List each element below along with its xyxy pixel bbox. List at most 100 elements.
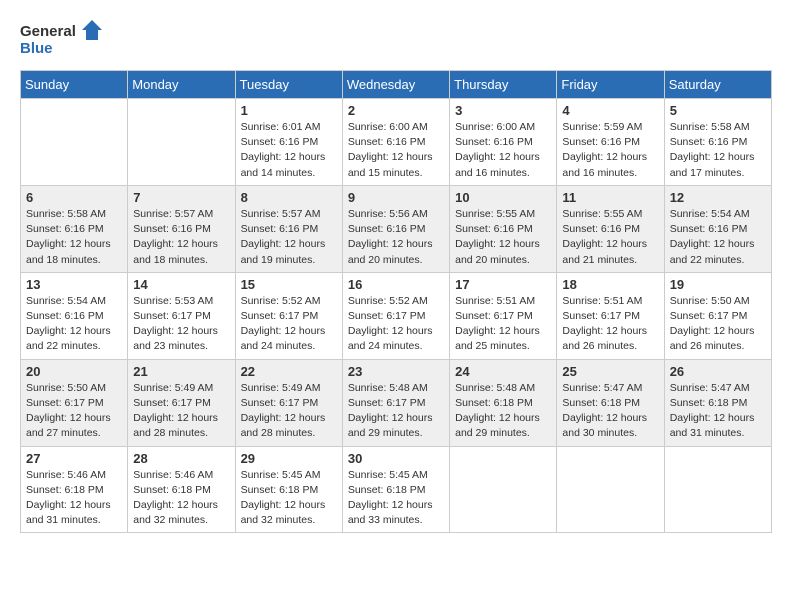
- calendar-cell: 27 Sunrise: 5:46 AMSunset: 6:18 PMDayligh…: [21, 446, 128, 533]
- day-info: Sunrise: 5:50 AMSunset: 6:17 PMDaylight:…: [26, 381, 122, 442]
- calendar-cell: 13 Sunrise: 5:54 AMSunset: 6:16 PMDayligh…: [21, 272, 128, 359]
- calendar-cell: 10 Sunrise: 5:55 AMSunset: 6:16 PMDayligh…: [450, 185, 557, 272]
- calendar-cell: [664, 446, 771, 533]
- calendar-cell: 21 Sunrise: 5:49 AMSunset: 6:17 PMDayligh…: [128, 359, 235, 446]
- day-info: Sunrise: 5:50 AMSunset: 6:17 PMDaylight:…: [670, 294, 766, 355]
- calendar-cell: 1Sunrise: 6:01 AMSunset: 6:16 PMDaylight…: [235, 99, 342, 186]
- calendar-week-2: 6 Sunrise: 5:58 AMSunset: 6:16 PMDaylight…: [21, 185, 772, 272]
- calendar-cell: 28Sunrise: 5:46 AMSunset: 6:18 PMDayligh…: [128, 446, 235, 533]
- day-info: Sunrise: 5:55 AMSunset: 6:16 PMDaylight:…: [562, 207, 658, 268]
- header: GeneralBlue: [20, 20, 772, 60]
- day-info: Sunrise: 5:49 AMSunset: 6:17 PMDaylight:…: [241, 381, 337, 442]
- day-number: 11: [562, 190, 658, 205]
- calendar-cell: [21, 99, 128, 186]
- day-info: Sunrise: 5:46 AMSunset: 6:18 PMDaylight:…: [26, 468, 122, 529]
- calendar-week-3: 13 Sunrise: 5:54 AMSunset: 6:16 PMDayligh…: [21, 272, 772, 359]
- calendar-cell: 24Sunrise: 5:48 AMSunset: 6:18 PMDayligh…: [450, 359, 557, 446]
- day-number: 7: [133, 190, 229, 205]
- day-info: Sunrise: 6:00 AMSunset: 6:16 PMDaylight:…: [348, 120, 444, 181]
- calendar-cell: 6 Sunrise: 5:58 AMSunset: 6:16 PMDaylight…: [21, 185, 128, 272]
- day-number: 16: [348, 277, 444, 292]
- calendar-cell: [128, 99, 235, 186]
- day-number: 22: [241, 364, 337, 379]
- calendar-cell: [450, 446, 557, 533]
- calendar-cell: 26 Sunrise: 5:47 AMSunset: 6:18 PMDayligh…: [664, 359, 771, 446]
- calendar-week-1: 1Sunrise: 6:01 AMSunset: 6:16 PMDaylight…: [21, 99, 772, 186]
- calendar-cell: 29Sunrise: 5:45 AMSunset: 6:18 PMDayligh…: [235, 446, 342, 533]
- day-info: Sunrise: 5:55 AMSunset: 6:16 PMDaylight:…: [455, 207, 551, 268]
- calendar-cell: 15Sunrise: 5:52 AMSunset: 6:17 PMDayligh…: [235, 272, 342, 359]
- day-number: 1: [241, 103, 337, 118]
- day-info: Sunrise: 6:00 AMSunset: 6:16 PMDaylight:…: [455, 120, 551, 181]
- day-number: 9: [348, 190, 444, 205]
- day-number: 28: [133, 451, 229, 466]
- weekday-header-sunday: Sunday: [21, 71, 128, 99]
- day-info: Sunrise: 5:57 AMSunset: 6:16 PMDaylight:…: [241, 207, 337, 268]
- calendar-cell: 4 Sunrise: 5:59 AMSunset: 6:16 PMDaylight…: [557, 99, 664, 186]
- day-info: Sunrise: 5:47 AMSunset: 6:18 PMDaylight:…: [670, 381, 766, 442]
- calendar-cell: 20 Sunrise: 5:50 AMSunset: 6:17 PMDayligh…: [21, 359, 128, 446]
- day-info: Sunrise: 5:56 AMSunset: 6:16 PMDaylight:…: [348, 207, 444, 268]
- weekday-header-friday: Friday: [557, 71, 664, 99]
- day-info: Sunrise: 5:57 AMSunset: 6:16 PMDaylight:…: [133, 207, 229, 268]
- logo-svg: GeneralBlue: [20, 20, 110, 60]
- day-number: 5: [670, 103, 766, 118]
- day-number: 25: [562, 364, 658, 379]
- day-number: 18: [562, 277, 658, 292]
- day-info: Sunrise: 5:51 AMSunset: 6:17 PMDaylight:…: [455, 294, 551, 355]
- day-number: 10: [455, 190, 551, 205]
- day-number: 2: [348, 103, 444, 118]
- day-number: 13: [26, 277, 122, 292]
- day-number: 4: [562, 103, 658, 118]
- calendar-cell: 3 Sunrise: 6:00 AMSunset: 6:16 PMDaylight…: [450, 99, 557, 186]
- calendar-cell: 22 Sunrise: 5:49 AMSunset: 6:17 PMDayligh…: [235, 359, 342, 446]
- weekday-header-row: SundayMondayTuesdayWednesdayThursdayFrid…: [21, 71, 772, 99]
- day-info: Sunrise: 5:52 AMSunset: 6:17 PMDaylight:…: [348, 294, 444, 355]
- day-number: 24: [455, 364, 551, 379]
- calendar: SundayMondayTuesdayWednesdayThursdayFrid…: [20, 70, 772, 533]
- calendar-cell: 5Sunrise: 5:58 AMSunset: 6:16 PMDaylight…: [664, 99, 771, 186]
- day-info: Sunrise: 5:48 AMSunset: 6:17 PMDaylight:…: [348, 381, 444, 442]
- day-number: 14: [133, 277, 229, 292]
- calendar-cell: [557, 446, 664, 533]
- day-info: Sunrise: 5:54 AMSunset: 6:16 PMDaylight:…: [670, 207, 766, 268]
- weekday-header-monday: Monday: [128, 71, 235, 99]
- calendar-cell: 23 Sunrise: 5:48 AMSunset: 6:17 PMDayligh…: [342, 359, 449, 446]
- day-number: 17: [455, 277, 551, 292]
- day-info: Sunrise: 5:58 AMSunset: 6:16 PMDaylight:…: [26, 207, 122, 268]
- logo: GeneralBlue: [20, 20, 110, 60]
- calendar-cell: 18 Sunrise: 5:51 AMSunset: 6:17 PMDayligh…: [557, 272, 664, 359]
- calendar-week-5: 27 Sunrise: 5:46 AMSunset: 6:18 PMDayligh…: [21, 446, 772, 533]
- day-info: Sunrise: 5:59 AMSunset: 6:16 PMDaylight:…: [562, 120, 658, 181]
- day-info: Sunrise: 5:53 AMSunset: 6:17 PMDaylight:…: [133, 294, 229, 355]
- day-info: Sunrise: 5:45 AMSunset: 6:18 PMDaylight:…: [241, 468, 337, 529]
- day-number: 12: [670, 190, 766, 205]
- day-number: 15: [241, 277, 337, 292]
- day-info: Sunrise: 5:49 AMSunset: 6:17 PMDaylight:…: [133, 381, 229, 442]
- day-number: 20: [26, 364, 122, 379]
- calendar-cell: 11 Sunrise: 5:55 AMSunset: 6:16 PMDayligh…: [557, 185, 664, 272]
- calendar-cell: 14 Sunrise: 5:53 AMSunset: 6:17 PMDayligh…: [128, 272, 235, 359]
- calendar-cell: 19 Sunrise: 5:50 AMSunset: 6:17 PMDayligh…: [664, 272, 771, 359]
- calendar-cell: 7 Sunrise: 5:57 AMSunset: 6:16 PMDaylight…: [128, 185, 235, 272]
- day-info: Sunrise: 5:51 AMSunset: 6:17 PMDaylight:…: [562, 294, 658, 355]
- svg-text:Blue: Blue: [20, 40, 53, 57]
- day-number: 8: [241, 190, 337, 205]
- day-info: Sunrise: 5:45 AMSunset: 6:18 PMDaylight:…: [348, 468, 444, 529]
- calendar-cell: 25 Sunrise: 5:47 AMSunset: 6:18 PMDayligh…: [557, 359, 664, 446]
- weekday-header-thursday: Thursday: [450, 71, 557, 99]
- day-number: 6: [26, 190, 122, 205]
- day-number: 21: [133, 364, 229, 379]
- calendar-week-4: 20 Sunrise: 5:50 AMSunset: 6:17 PMDayligh…: [21, 359, 772, 446]
- day-number: 30: [348, 451, 444, 466]
- day-number: 23: [348, 364, 444, 379]
- calendar-cell: 8 Sunrise: 5:57 AMSunset: 6:16 PMDaylight…: [235, 185, 342, 272]
- calendar-cell: 2 Sunrise: 6:00 AMSunset: 6:16 PMDaylight…: [342, 99, 449, 186]
- day-number: 27: [26, 451, 122, 466]
- day-number: 26: [670, 364, 766, 379]
- day-info: Sunrise: 5:54 AMSunset: 6:16 PMDaylight:…: [26, 294, 122, 355]
- day-number: 3: [455, 103, 551, 118]
- calendar-cell: 9 Sunrise: 5:56 AMSunset: 6:16 PMDaylight…: [342, 185, 449, 272]
- day-info: Sunrise: 5:47 AMSunset: 6:18 PMDaylight:…: [562, 381, 658, 442]
- day-number: 19: [670, 277, 766, 292]
